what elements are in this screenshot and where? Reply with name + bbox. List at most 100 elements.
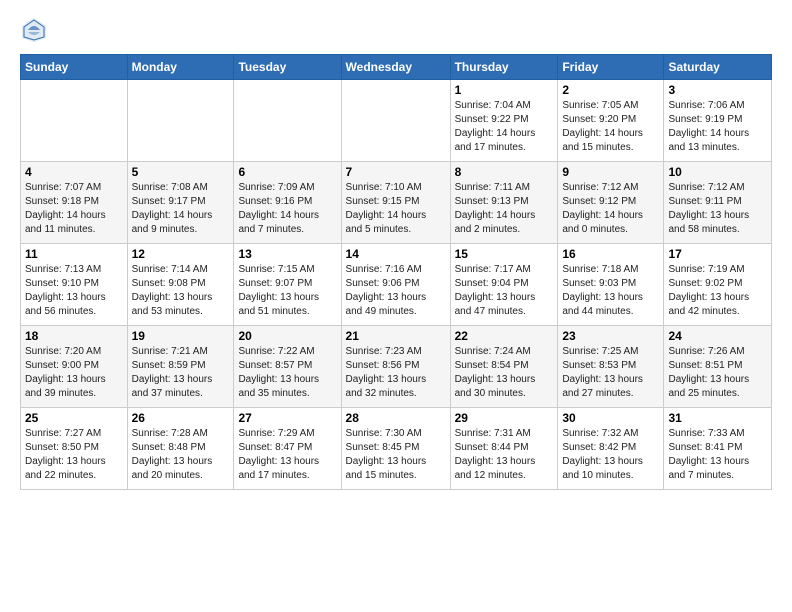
day-cell: 5 Sunrise: 7:08 AM Sunset: 9:17 PM Daylig… [127, 162, 234, 244]
day-number: 2 [562, 83, 659, 97]
day-cell: 27 Sunrise: 7:29 AM Sunset: 8:47 PM Dayli… [234, 408, 341, 490]
weekday-header-row: SundayMondayTuesdayWednesdayThursdayFrid… [21, 55, 772, 80]
day-info: Sunrise: 7:12 AM Sunset: 9:12 PM Dayligh… [562, 181, 659, 237]
day-info: Sunrise: 7:08 AM Sunset: 9:17 PM Dayligh… [132, 181, 230, 237]
day-cell [341, 80, 450, 162]
day-number: 17 [668, 247, 767, 261]
day-number: 26 [132, 411, 230, 425]
day-number: 5 [132, 165, 230, 179]
day-number: 6 [238, 165, 336, 179]
week-row-3: 11Sunrise: 7:13 AM Sunset: 9:10 PM Dayli… [21, 244, 772, 326]
day-cell: 6 Sunrise: 7:09 AM Sunset: 9:16 PM Daylig… [234, 162, 341, 244]
day-cell: 10 Sunrise: 7:12 AM Sunset: 9:11 PM Dayli… [664, 162, 772, 244]
day-info: Sunrise: 7:29 AM Sunset: 8:47 PM Dayligh… [238, 427, 336, 483]
day-number: 23 [562, 329, 659, 343]
header [20, 16, 772, 44]
weekday-header-tuesday: Tuesday [234, 55, 341, 80]
day-number: 27 [238, 411, 336, 425]
day-number: 14 [346, 247, 446, 261]
day-cell: 12 Sunrise: 7:14 AM Sunset: 9:08 PM Dayli… [127, 244, 234, 326]
day-cell: 23 Sunrise: 7:25 AM Sunset: 8:53 PM Dayli… [558, 326, 664, 408]
day-number: 25 [25, 411, 123, 425]
day-info: Sunrise: 7:21 AM Sunset: 8:59 PM Dayligh… [132, 345, 230, 401]
day-info: Sunrise: 7:31 AM Sunset: 8:44 PM Dayligh… [455, 427, 554, 483]
day-number: 22 [455, 329, 554, 343]
day-info: Sunrise: 7:15 AM Sunset: 9:07 PM Dayligh… [238, 263, 336, 319]
day-info: Sunrise: 7:27 AM Sunset: 8:50 PM Dayligh… [25, 427, 123, 483]
weekday-header-friday: Friday [558, 55, 664, 80]
weekday-header-saturday: Saturday [664, 55, 772, 80]
day-number: 20 [238, 329, 336, 343]
day-info: Sunrise: 7:14 AM Sunset: 9:08 PM Dayligh… [132, 263, 230, 319]
day-info: Sunrise: 7:09 AM Sunset: 9:16 PM Dayligh… [238, 181, 336, 237]
day-cell: 9Sunrise: 7:12 AM Sunset: 9:12 PM Daylig… [558, 162, 664, 244]
day-number: 19 [132, 329, 230, 343]
day-cell: 17 Sunrise: 7:19 AM Sunset: 9:02 PM Dayli… [664, 244, 772, 326]
day-info: Sunrise: 7:33 AM Sunset: 8:41 PM Dayligh… [668, 427, 767, 483]
day-info: Sunrise: 7:07 AM Sunset: 9:18 PM Dayligh… [25, 181, 123, 237]
day-cell: 15 Sunrise: 7:17 AM Sunset: 9:04 PM Dayli… [450, 244, 558, 326]
day-number: 15 [455, 247, 554, 261]
day-info: Sunrise: 7:10 AM Sunset: 9:15 PM Dayligh… [346, 181, 446, 237]
day-cell: 30 Sunrise: 7:32 AM Sunset: 8:42 PM Dayli… [558, 408, 664, 490]
day-number: 16 [562, 247, 659, 261]
logo-icon [20, 16, 48, 44]
day-info: Sunrise: 7:22 AM Sunset: 8:57 PM Dayligh… [238, 345, 336, 401]
day-cell: 3 Sunrise: 7:06 AM Sunset: 9:19 PM Daylig… [664, 80, 772, 162]
day-info: Sunrise: 7:30 AM Sunset: 8:45 PM Dayligh… [346, 427, 446, 483]
day-cell: 19 Sunrise: 7:21 AM Sunset: 8:59 PM Dayli… [127, 326, 234, 408]
day-info: Sunrise: 7:23 AM Sunset: 8:56 PM Dayligh… [346, 345, 446, 401]
weekday-header-monday: Monday [127, 55, 234, 80]
day-number: 18 [25, 329, 123, 343]
day-info: Sunrise: 7:24 AM Sunset: 8:54 PM Dayligh… [455, 345, 554, 401]
week-row-5: 25 Sunrise: 7:27 AM Sunset: 8:50 PM Dayli… [21, 408, 772, 490]
week-row-1: 1Sunrise: 7:04 AM Sunset: 9:22 PM Daylig… [21, 80, 772, 162]
day-info: Sunrise: 7:06 AM Sunset: 9:19 PM Dayligh… [668, 99, 767, 155]
page: SundayMondayTuesdayWednesdayThursdayFrid… [0, 0, 792, 612]
day-cell: 24 Sunrise: 7:26 AM Sunset: 8:51 PM Dayli… [664, 326, 772, 408]
week-row-2: 4 Sunrise: 7:07 AM Sunset: 9:18 PM Daylig… [21, 162, 772, 244]
day-info: Sunrise: 7:13 AM Sunset: 9:10 PM Dayligh… [25, 263, 123, 319]
day-info: Sunrise: 7:05 AM Sunset: 9:20 PM Dayligh… [562, 99, 659, 155]
day-number: 31 [668, 411, 767, 425]
day-cell: 4 Sunrise: 7:07 AM Sunset: 9:18 PM Daylig… [21, 162, 128, 244]
day-cell [21, 80, 128, 162]
logo [20, 16, 52, 44]
day-info: Sunrise: 7:26 AM Sunset: 8:51 PM Dayligh… [668, 345, 767, 401]
day-cell: 14Sunrise: 7:16 AM Sunset: 9:06 PM Dayli… [341, 244, 450, 326]
day-info: Sunrise: 7:25 AM Sunset: 8:53 PM Dayligh… [562, 345, 659, 401]
day-cell: 18Sunrise: 7:20 AM Sunset: 9:00 PM Dayli… [21, 326, 128, 408]
day-number: 21 [346, 329, 446, 343]
day-cell [127, 80, 234, 162]
day-number: 10 [668, 165, 767, 179]
day-cell: 22 Sunrise: 7:24 AM Sunset: 8:54 PM Dayli… [450, 326, 558, 408]
day-number: 7 [346, 165, 446, 179]
day-cell: 21 Sunrise: 7:23 AM Sunset: 8:56 PM Dayli… [341, 326, 450, 408]
weekday-header-wednesday: Wednesday [341, 55, 450, 80]
calendar: SundayMondayTuesdayWednesdayThursdayFrid… [20, 54, 772, 490]
weekday-header-sunday: Sunday [21, 55, 128, 80]
day-number: 24 [668, 329, 767, 343]
day-number: 3 [668, 83, 767, 97]
day-info: Sunrise: 7:11 AM Sunset: 9:13 PM Dayligh… [455, 181, 554, 237]
day-cell: 25 Sunrise: 7:27 AM Sunset: 8:50 PM Dayli… [21, 408, 128, 490]
day-cell: 13 Sunrise: 7:15 AM Sunset: 9:07 PM Dayli… [234, 244, 341, 326]
day-info: Sunrise: 7:28 AM Sunset: 8:48 PM Dayligh… [132, 427, 230, 483]
day-number: 4 [25, 165, 123, 179]
day-info: Sunrise: 7:12 AM Sunset: 9:11 PM Dayligh… [668, 181, 767, 237]
day-cell: 26 Sunrise: 7:28 AM Sunset: 8:48 PM Dayli… [127, 408, 234, 490]
day-cell: 7 Sunrise: 7:10 AM Sunset: 9:15 PM Daylig… [341, 162, 450, 244]
day-info: Sunrise: 7:19 AM Sunset: 9:02 PM Dayligh… [668, 263, 767, 319]
day-cell: 2 Sunrise: 7:05 AM Sunset: 9:20 PM Daylig… [558, 80, 664, 162]
day-number: 29 [455, 411, 554, 425]
day-info: Sunrise: 7:32 AM Sunset: 8:42 PM Dayligh… [562, 427, 659, 483]
day-cell: 31 Sunrise: 7:33 AM Sunset: 8:41 PM Dayli… [664, 408, 772, 490]
day-info: Sunrise: 7:04 AM Sunset: 9:22 PM Dayligh… [455, 99, 554, 155]
weekday-header-thursday: Thursday [450, 55, 558, 80]
day-number: 13 [238, 247, 336, 261]
day-number: 12 [132, 247, 230, 261]
day-cell: 1Sunrise: 7:04 AM Sunset: 9:22 PM Daylig… [450, 80, 558, 162]
day-number: 30 [562, 411, 659, 425]
day-number: 28 [346, 411, 446, 425]
day-info: Sunrise: 7:17 AM Sunset: 9:04 PM Dayligh… [455, 263, 554, 319]
